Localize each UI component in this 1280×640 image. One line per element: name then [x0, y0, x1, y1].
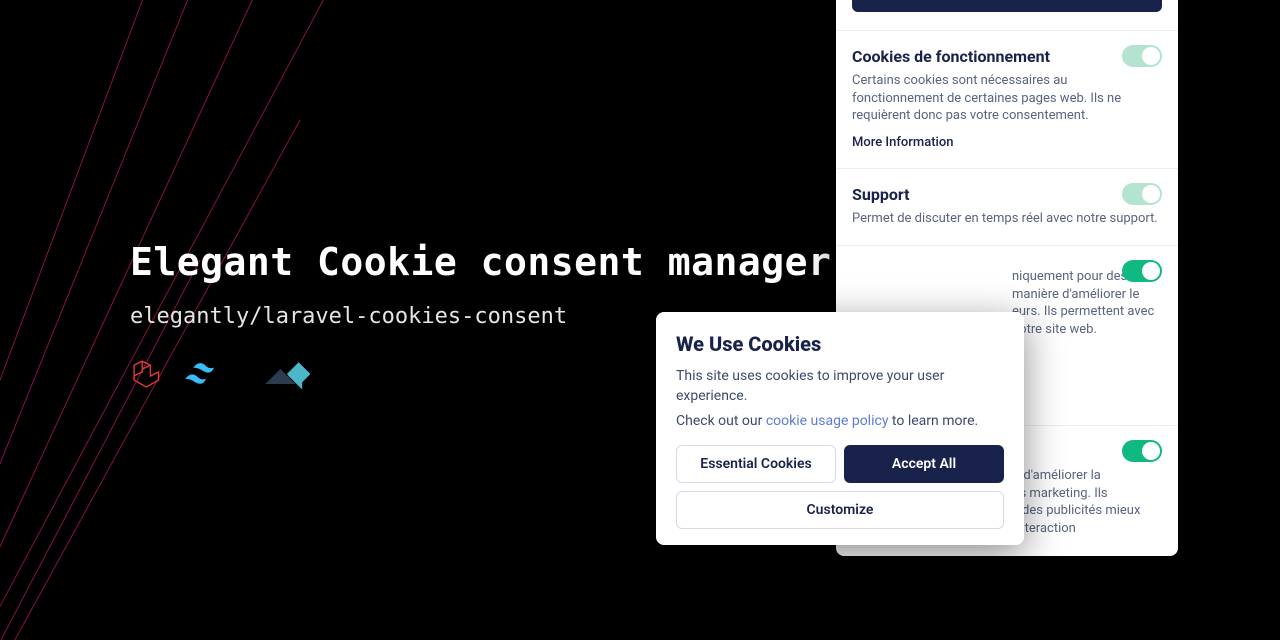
more-information-link[interactable]: More Information: [852, 135, 953, 150]
toggle-fonctionnement[interactable]: [1122, 45, 1162, 67]
save-button[interactable]: Save: [852, 0, 1162, 12]
page-title: Elegant Cookie consent manager: [130, 240, 831, 284]
popup-customize-button[interactable]: Customize: [676, 491, 1004, 529]
popup-body-1: This site uses cookies to improve your u…: [676, 366, 1004, 407]
popup-title: We Use Cookies: [676, 332, 1004, 356]
toggle-support[interactable]: [1122, 183, 1162, 205]
simple-popup: We Use Cookies This site uses cookies to…: [656, 312, 1024, 545]
category-desc: Permet de discuter en temps réel avec no…: [852, 210, 1162, 228]
popup-essential-button[interactable]: Essential Cookies: [676, 445, 836, 483]
laravel-icon: [130, 357, 164, 391]
alpine-icon: [248, 359, 316, 389]
popup-body-2: Check out our cookie usage policy to lea…: [676, 411, 1004, 431]
popup-accept-all-button[interactable]: Accept All: [844, 445, 1004, 483]
toggle-marketing[interactable]: [1122, 440, 1162, 462]
category-support: Support Permet de discuter en temps réel…: [836, 168, 1178, 246]
category-fonctionnement: Cookies de fonctionnement Certains cooki…: [836, 30, 1178, 168]
category-desc: Certains cookies sont nécessaires au fon…: [852, 72, 1162, 125]
category-title: Cookies de fonctionnement: [852, 47, 1162, 66]
cookie-policy-link[interactable]: cookie usage policy: [766, 413, 889, 429]
toggle-analytics[interactable]: [1122, 260, 1162, 282]
category-title: Support: [852, 185, 1162, 204]
tailwind-icon: [182, 359, 230, 389]
